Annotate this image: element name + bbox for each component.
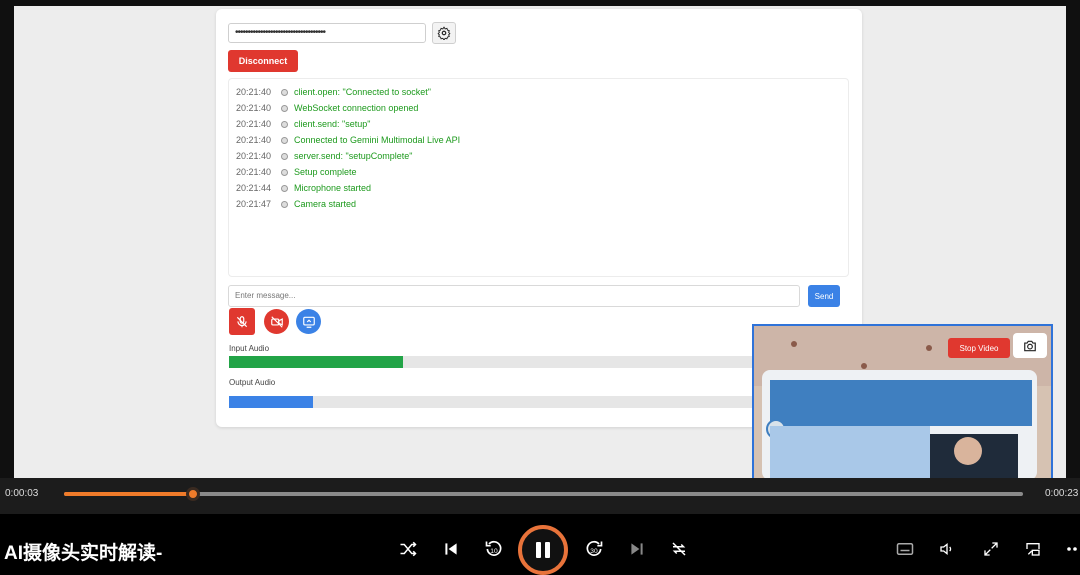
log-timestamp: 20:21:40 — [236, 103, 272, 113]
log-timestamp: 20:21:40 — [236, 135, 272, 145]
mic-toggle-button[interactable] — [229, 308, 255, 335]
expand-icon — [984, 542, 998, 556]
volume-button[interactable] — [936, 539, 958, 559]
camera-icon — [1024, 340, 1036, 351]
forward-30-button[interactable]: 30 — [582, 537, 606, 561]
log-status-icon — [281, 168, 288, 176]
camera-preview: Stop Video — [752, 324, 1053, 478]
log-message: client.open: "Connected to socket" — [294, 87, 431, 97]
volume-icon — [940, 542, 952, 556]
skip-next-icon — [631, 543, 643, 555]
seek-handle[interactable] — [185, 487, 200, 501]
rewind-10-icon: 10 — [485, 540, 502, 556]
rewind-10-button[interactable]: 10 — [482, 537, 506, 561]
mini-player-icon — [1026, 543, 1040, 556]
snapshot-button[interactable] — [1013, 333, 1047, 358]
fullscreen-button[interactable] — [980, 538, 1002, 560]
log-status-icon — [281, 200, 288, 208]
player-controls: AI摄像头实时解读- 10 30 — [0, 514, 1080, 575]
camera-off-icon — [270, 315, 283, 328]
log-panel: 20:21:40 client.open: "Connected to socke… — [228, 78, 849, 277]
input-audio-level — [229, 356, 403, 368]
log-status-icon — [281, 152, 288, 160]
disconnect-button[interactable]: Disconnect — [228, 50, 298, 72]
output-audio-meter — [229, 396, 789, 408]
log-entry: 20:21:40 client.send: "setup" — [229, 116, 848, 132]
output-audio-label: Output Audio — [229, 378, 276, 387]
log-message: client.send: "setup" — [294, 119, 371, 129]
captions-icon — [896, 543, 914, 555]
log-message: Microphone started — [294, 183, 372, 193]
screen-share-icon — [302, 316, 315, 328]
seek-bar-area: 0:00:03 0:00:23 — [0, 478, 1080, 514]
log-status-icon — [281, 184, 288, 192]
more-icon — [1067, 547, 1077, 551]
log-message: Connected to Gemini Multimodal Live API — [294, 135, 461, 145]
log-entry: 20:21:40 client.open: "Connected to socke… — [229, 84, 848, 100]
current-time: 0:00:03 — [5, 488, 39, 499]
gear-icon — [437, 26, 451, 40]
output-audio-level — [229, 396, 313, 408]
log-status-icon — [281, 104, 288, 112]
mic-off-icon — [236, 315, 248, 327]
video-title: AI摄像头实时解读- — [4, 543, 163, 564]
shuffle-icon — [400, 541, 417, 557]
total-time: 0:00:23 — [1045, 488, 1079, 499]
video-frame: •••••••••••••••••••••••••••••••••••• Dis… — [0, 0, 1080, 478]
camera-toggle-button[interactable] — [264, 309, 289, 334]
log-message: WebSocket connection opened — [294, 103, 419, 113]
log-list: 20:21:40 client.open: "Connected to socke… — [229, 84, 848, 212]
log-timestamp: 20:21:40 — [236, 119, 272, 129]
next-button[interactable] — [626, 538, 648, 560]
settings-button[interactable] — [432, 22, 456, 44]
api-key-input[interactable]: •••••••••••••••••••••••••••••••••••• — [228, 23, 426, 43]
forward-30-icon: 30 — [586, 540, 603, 556]
more-options-button[interactable] — [1066, 538, 1080, 560]
log-timestamp: 20:21:40 — [236, 87, 272, 97]
log-status-icon — [281, 136, 288, 144]
svg-text:30: 30 — [590, 548, 598, 555]
send-button[interactable]: Send — [808, 285, 840, 307]
log-entry: 20:21:44 Microphone started — [229, 180, 848, 196]
captions-button[interactable] — [894, 540, 916, 558]
svg-text:10: 10 — [490, 548, 498, 555]
message-input[interactable]: Enter message... — [228, 285, 800, 307]
log-timestamp: 20:21:47 — [236, 199, 272, 209]
pause-icon — [536, 542, 550, 558]
input-audio-label: Input Audio — [229, 344, 270, 353]
log-entry: 20:21:40 Setup complete — [229, 164, 848, 180]
log-entry: 20:21:47 Camera started — [229, 196, 848, 212]
pause-button[interactable] — [518, 525, 568, 575]
log-entry: 20:21:40 WebSocket connection opened — [229, 100, 848, 116]
skip-previous-icon — [445, 543, 457, 555]
seek-bar[interactable] — [64, 487, 1023, 501]
log-timestamp: 20:21:40 — [236, 167, 272, 177]
stop-video-button[interactable]: Stop Video — [948, 338, 1010, 358]
log-status-icon — [281, 88, 288, 96]
log-status-icon — [281, 120, 288, 128]
mini-player-button[interactable] — [1022, 538, 1044, 560]
screen-share-button[interactable] — [296, 309, 321, 334]
log-message: Camera started — [294, 199, 357, 209]
log-entry: 20:21:40 Connected to Gemini Multimodal L… — [229, 132, 848, 148]
previous-button[interactable] — [440, 538, 462, 560]
repeat-off-button[interactable] — [668, 538, 690, 560]
log-message: Setup complete — [294, 167, 357, 177]
log-entry: 20:21:40 server.send: "setupComplete" — [229, 148, 848, 164]
shuffle-button[interactable] — [396, 538, 420, 560]
input-audio-meter — [229, 356, 789, 368]
log-message: server.send: "setupComplete" — [294, 151, 413, 161]
log-timestamp: 20:21:40 — [236, 151, 272, 161]
seek-progress — [64, 492, 193, 496]
repeat-off-icon — [672, 542, 686, 556]
log-timestamp: 20:21:44 — [236, 183, 272, 193]
